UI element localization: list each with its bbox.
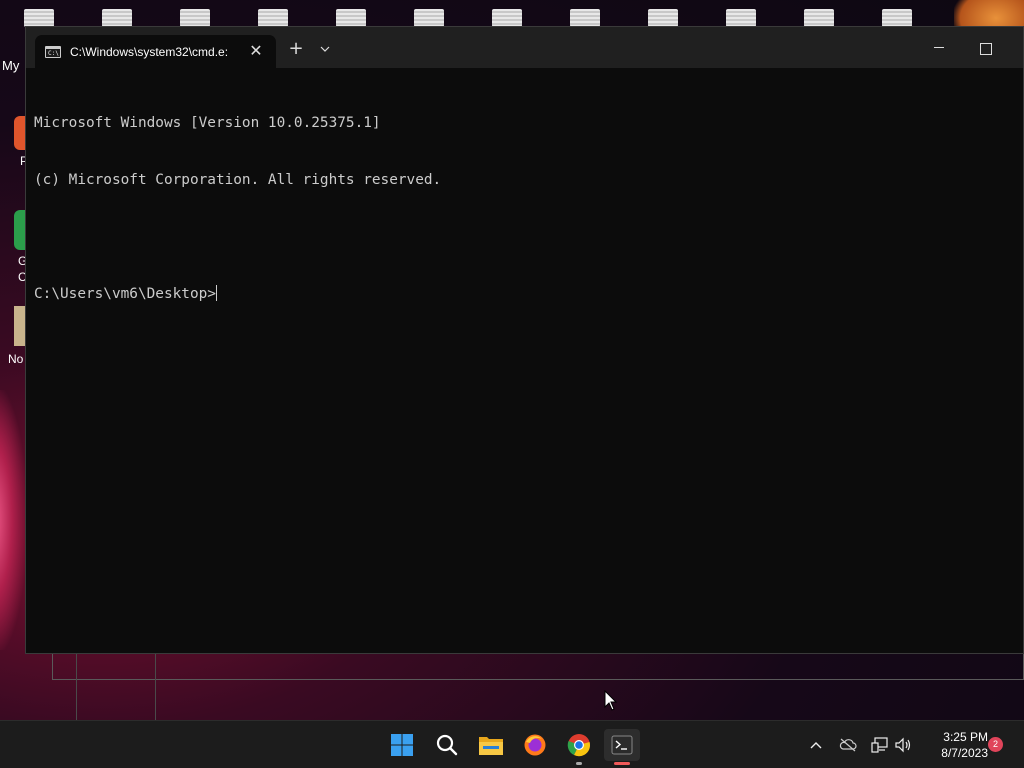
text-cursor [215,285,217,301]
tab-cmd[interactable]: C:\ C:\Windows\system32\cmd.e: ✕ [35,35,276,68]
search-icon[interactable] [431,729,463,761]
terminal-line: Microsoft Windows [Version 10.0.25375.1] [34,115,381,131]
desktop-label: No [8,352,24,366]
cmd-icon: C:\ [45,45,61,58]
firefox-icon[interactable] [519,729,551,761]
terminal-prompt: C:\Users\vm6\Desktop> [34,286,216,302]
terminal-line: (c) Microsoft Corporation. All rights re… [34,172,442,188]
mouse-pointer-icon [604,689,618,716]
taskbar: 3:25 PM 8/7/2023 [0,720,1024,768]
title-bar[interactable]: C:\ C:\Windows\system32\cmd.e: ✕ + [26,27,1023,68]
onedrive-cloud-icon[interactable] [836,721,860,768]
clock-time: 3:25 PM [943,730,988,744]
chrome-icon[interactable] [563,729,595,761]
terminal-prompt-line[interactable]: C:\Users\vm6\Desktop> [34,285,1015,304]
minimize-button[interactable] [916,35,962,63]
terminal-window: C:\ C:\Windows\system32\cmd.e: ✕ + Micro… [25,26,1024,654]
chevron-down-icon[interactable] [316,39,334,59]
file-explorer-icon[interactable] [475,729,507,761]
clock-date: 8/7/2023 [941,746,988,760]
clock[interactable]: 3:25 PM 8/7/2023 [918,729,988,761]
volume-icon[interactable] [892,721,914,768]
windows-start-icon[interactable] [386,729,418,761]
close-tab-icon[interactable]: ✕ [246,41,266,61]
terminal-output[interactable]: Microsoft Windows [Version 10.0.25375.1]… [26,68,1023,350]
desktop-app-icon[interactable] [954,0,1024,26]
running-indicator [576,762,582,765]
tab-title: C:\Windows\system32\cmd.e: [70,44,229,59]
wallpaper-glow [0,390,26,650]
desktop-left-icons: P G C No [0,110,28,650]
terminal-icon[interactable] [604,729,640,761]
active-indicator [614,762,630,765]
background-window-edge [52,650,1024,680]
background-window-edge [76,650,156,720]
maximize-button[interactable] [962,35,1008,63]
new-tab-button[interactable]: + [286,39,306,59]
show-hidden-icons-chevron-icon[interactable] [805,721,827,768]
network-icon[interactable] [868,721,892,768]
notification-badge[interactable]: 2 [988,737,1003,752]
desktop-label: My [2,58,20,73]
